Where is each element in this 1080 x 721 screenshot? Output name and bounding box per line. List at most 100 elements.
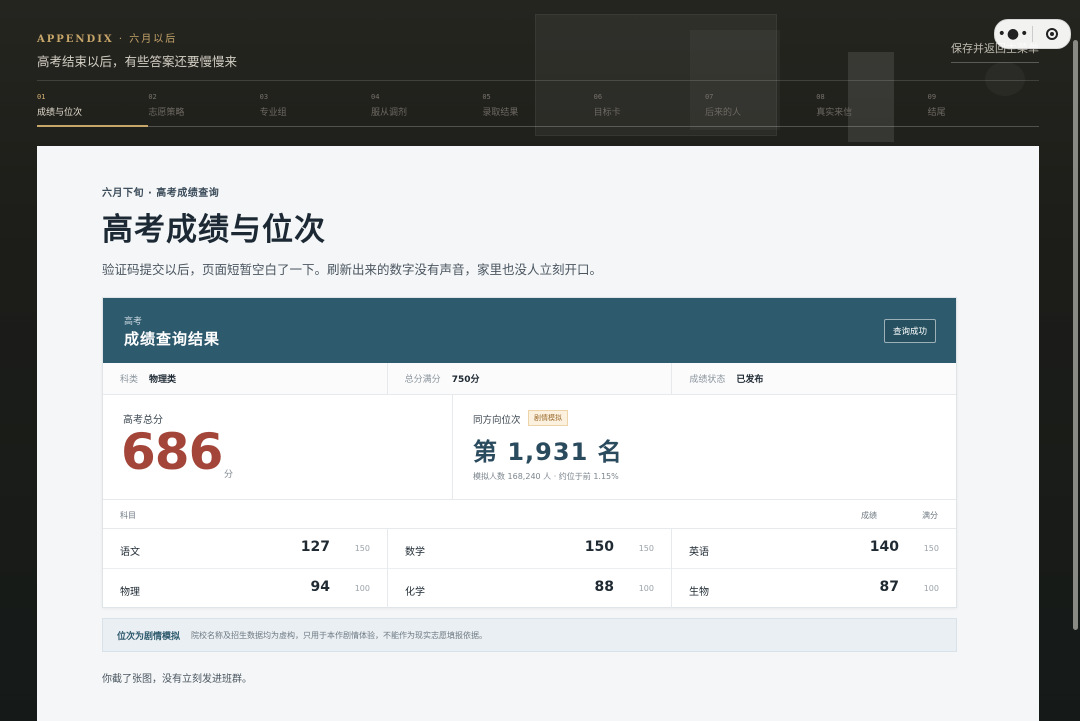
subject-name: 化学	[405, 587, 425, 598]
total-score-value: 686	[121, 423, 223, 481]
tab-number: 05	[482, 93, 491, 101]
chapter-tabs: 01 成绩与位次 02 志愿策略 03 专业组 04 服从调剂 05 录取结果 06 目标卡 07 后来的…	[37, 93, 1039, 128]
header-subtitle: 高考结束以后，有些答案还要慢慢来	[37, 54, 238, 69]
subjects-grid: 语文 127 150 数学 150 150 英语 140 150 物理 94 100 化学 88 100 生物…	[103, 529, 956, 608]
tab-label: 专业组	[259, 108, 287, 118]
tab-07[interactable]: 07 后来的人	[705, 93, 816, 128]
info-row: 科类 物理类 总分满分 750分 成绩状态 已发布	[103, 363, 956, 395]
result-exam-label: 高考	[124, 317, 143, 327]
tab-label: 目标卡	[593, 108, 621, 118]
info-label: 成绩状态	[689, 375, 726, 385]
score-summary: 高考总分 686 分 同方向位次 剧情模拟 第 1,931 名 模拟人数 168…	[103, 395, 956, 500]
info-category: 科类 物理类	[103, 363, 387, 394]
disclaimer-text: 院校名称及招生数据均为虚构，只用于本作剧情体验，不能作为现实志愿填报依据。	[191, 630, 488, 640]
rank-value: 第 1,931 名	[473, 438, 623, 466]
tab-04[interactable]: 04 服从调剂	[371, 93, 482, 128]
result-title: 成绩查询结果	[124, 330, 221, 348]
eyebrow-appendix: APPENDIX	[37, 34, 114, 45]
subject-score: 127	[300, 539, 330, 555]
tab-label: 录取结果	[482, 108, 519, 118]
rank-block: 同方向位次 剧情模拟 第 1,931 名 模拟人数 168,240 人 · 约位…	[453, 395, 956, 499]
full-column-header: 满分	[922, 511, 938, 520]
tab-label: 后来的人	[704, 108, 741, 118]
subject-score: 88	[594, 579, 614, 595]
tab-08[interactable]: 08 真实来信	[816, 93, 927, 128]
subject-score: 94	[310, 579, 330, 595]
rank-note: 模拟人数 168,240 人 · 约位于前 1.15%	[473, 472, 619, 481]
rank-label: 同方向位次	[473, 415, 521, 426]
content-card: 六月下旬 · 高考成绩查询 高考成绩与位次 验证码提交以后，页面短暂空白了一下。…	[37, 146, 1039, 721]
disclaimer-title: 位次为剧情模拟	[117, 631, 181, 642]
subject-full-score: 100	[923, 584, 939, 593]
score-column-header: 成绩	[861, 511, 877, 520]
tab-number: 07	[704, 93, 714, 101]
more-dots-icon[interactable]: •●•	[995, 20, 1032, 48]
subject-full-score: 150	[923, 544, 939, 553]
subject-full-score: 100	[354, 584, 370, 593]
eyebrow-date: 六月以后	[129, 34, 178, 45]
subject-full-score: 100	[638, 584, 654, 593]
miniprogram-capsule: •●•	[994, 19, 1071, 49]
info-status: 成绩状态 已发布	[671, 363, 956, 394]
tab-label: 结尾	[927, 108, 946, 118]
tab-number: 01	[37, 93, 46, 101]
tab-02[interactable]: 02 志愿策略	[148, 93, 259, 128]
info-value: 750分	[451, 375, 480, 385]
simulation-badge: 剧情模拟	[528, 410, 568, 426]
total-score-block: 高考总分 686 分	[103, 395, 453, 499]
info-value: 已发布	[736, 375, 764, 385]
tab-number: 06	[593, 93, 603, 101]
subject-score: 150	[584, 539, 614, 555]
tab-01[interactable]: 01 成绩与位次	[37, 93, 148, 128]
total-score-unit: 分	[224, 470, 234, 480]
tab-label: 真实来信	[816, 108, 853, 118]
subject-cell: 生物 87 100	[671, 569, 956, 608]
tab-05[interactable]: 05 录取结果	[482, 93, 593, 128]
subjects-header: 科目 成绩 满分	[103, 500, 956, 529]
subject-name: 数学	[405, 547, 425, 558]
page-title: 高考成绩与位次	[102, 212, 326, 248]
subject-cell: 物理 94 100	[103, 569, 387, 608]
score-result-panel: 高考 成绩查询结果 查询成功 科类 物理类 总分满分 750分 成绩状态 已发布 高考…	[102, 297, 957, 608]
result-header: 高考 成绩查询结果 查询成功	[103, 298, 956, 363]
tab-label: 志愿策略	[148, 108, 185, 118]
subject-column-header: 科目	[120, 511, 136, 520]
tab-label: 服从调剂	[370, 108, 407, 118]
tab-number: 08	[816, 93, 825, 101]
subject-cell: 化学 88 100	[387, 569, 671, 608]
close-target-icon[interactable]	[1033, 28, 1070, 40]
query-success-badge[interactable]: 查询成功	[883, 319, 936, 343]
tab-number: 09	[927, 93, 937, 101]
header-divider	[37, 80, 1039, 81]
subject-full-score: 150	[638, 544, 654, 553]
info-label: 科类	[120, 375, 139, 385]
tab-06[interactable]: 06 目标卡	[594, 93, 705, 128]
tab-number: 04	[370, 93, 380, 101]
tab-09[interactable]: 09 结尾	[928, 93, 1039, 128]
tab-label: 成绩与位次	[37, 108, 83, 118]
info-value: 物理类	[149, 375, 177, 385]
tab-active-indicator	[37, 125, 148, 127]
subject-score: 87	[879, 579, 899, 595]
story-footnote: 你截了张图，没有立刻发进班群。	[102, 674, 252, 685]
page-header: APPENDIX · 六月以后 高考结束以后，有些答案还要慢慢来 保存并返回主菜…	[37, 30, 1039, 70]
disclaimer-box: 位次为剧情模拟 院校名称及招生数据均为虚构，只用于本作剧情体验，不能作为现实志愿…	[102, 618, 957, 652]
subject-cell: 英语 140 150	[671, 529, 956, 569]
tab-baseline	[37, 126, 1039, 127]
subject-name: 生物	[689, 587, 709, 598]
subject-name: 英语	[689, 547, 709, 558]
tab-number: 02	[148, 93, 157, 101]
tab-number: 03	[259, 93, 269, 101]
tab-03[interactable]: 03 专业组	[260, 93, 371, 128]
subject-cell: 数学 150 150	[387, 529, 671, 569]
section-eyebrow: 六月下旬 · 高考成绩查询	[102, 188, 220, 199]
subject-full-score: 150	[354, 544, 370, 553]
subject-score: 140	[869, 539, 899, 555]
eyebrow-separator: ·	[113, 34, 130, 45]
scrollbar[interactable]	[1073, 40, 1078, 630]
info-full-score: 总分满分 750分	[386, 363, 672, 394]
subject-name: 语文	[120, 547, 140, 558]
subject-cell: 语文 127 150	[103, 529, 387, 569]
page-description: 验证码提交以后，页面短暂空白了一下。刷新出来的数字没有声音，家里也没人立刻开口。	[102, 262, 603, 277]
header-eyebrow: APPENDIX · 六月以后	[37, 30, 1039, 45]
